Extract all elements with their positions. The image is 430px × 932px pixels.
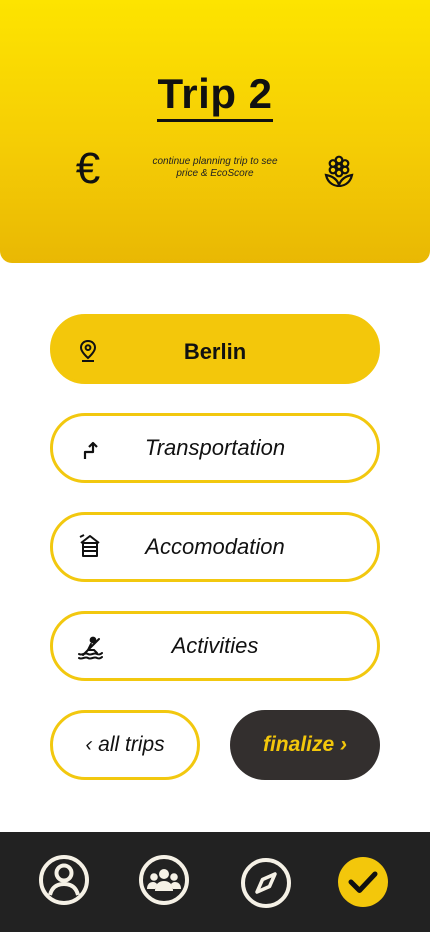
activities-label: Activities <box>171 633 259 658</box>
page-title-text: Trip 2 <box>157 70 273 122</box>
accomodation-button[interactable]: Accomodation <box>50 512 380 582</box>
destination-label: Berlin <box>183 339 247 364</box>
flower-icon[interactable] <box>322 151 356 187</box>
activities-button[interactable]: Activities <box>50 611 380 681</box>
all-trips-label: ‹ all trips <box>85 733 165 756</box>
trip-header: Trip 2 € continue planning trip to see p… <box>0 0 430 263</box>
euro-icon[interactable]: € <box>68 146 108 192</box>
transportation-label: Transportation <box>144 435 286 460</box>
profile-icon[interactable] <box>38 854 90 906</box>
finalize-label: finalize › <box>262 733 347 756</box>
accomodation-label: Accomodation <box>145 534 285 559</box>
finalize-button[interactable]: finalize › <box>230 710 380 780</box>
destination-button-berlin[interactable]: Berlin <box>50 314 380 384</box>
check-icon[interactable] <box>337 856 389 908</box>
all-trips-button[interactable]: ‹ all trips <box>50 710 200 780</box>
bottom-tab-bar <box>0 832 430 932</box>
group-icon[interactable] <box>138 854 190 906</box>
compass-icon[interactable] <box>240 857 292 909</box>
transportation-button[interactable]: Transportation <box>50 413 380 483</box>
price-ecoscore-note: continue planning trip to see price & Ec… <box>152 156 278 179</box>
page-title: Trip 2 <box>0 70 430 122</box>
